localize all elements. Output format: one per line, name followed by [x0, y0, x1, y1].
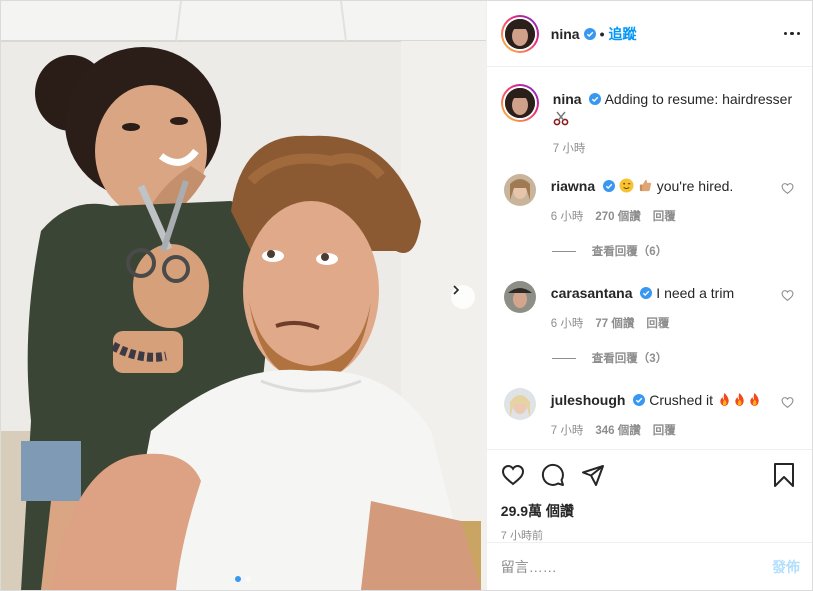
wink-emoji-icon	[619, 178, 634, 193]
bookmark-icon[interactable]	[772, 462, 796, 488]
chevron-right-icon	[453, 285, 460, 295]
caption-avatar-image	[504, 88, 535, 118]
commenter-avatar[interactable]	[503, 281, 536, 313]
view-replies-label: 查看回覆（6）	[591, 246, 668, 258]
share-icon[interactable]	[581, 463, 605, 487]
comment-icon[interactable]	[541, 463, 565, 487]
view-replies-button[interactable]: 查看回覆（3）	[551, 350, 796, 366]
post-dialog: nina • 追蹤 nina Adding to resume: hairdre…	[0, 0, 813, 591]
more-icon	[783, 31, 787, 36]
commenter-avatar[interactable]	[503, 174, 536, 206]
caption-avatar[interactable]	[500, 84, 539, 122]
comment-input[interactable]	[500, 558, 772, 575]
fire-emoji-icon	[717, 392, 762, 408]
replies-divider	[551, 357, 576, 359]
commenter-username[interactable]: riawna	[551, 178, 595, 194]
comment-text: you're hired.	[656, 178, 734, 194]
photo-illustration	[1, 1, 486, 590]
post-header: nina • 追蹤	[486, 1, 812, 67]
like-comment-heart-icon[interactable]	[781, 182, 794, 195]
comment-item: riawna you're hired. 6 小時 270 個讚 回覆	[501, 174, 796, 227]
comment-item: juleshough Crushed it 7 小時 346 個讚 回覆	[501, 388, 796, 441]
author-avatar-image	[504, 18, 535, 49]
commenter-avatar[interactable]	[503, 388, 536, 420]
reply-button[interactable]: 回覆	[653, 422, 676, 441]
like-comment-heart-icon[interactable]	[781, 289, 794, 302]
comment-meta: 7 小時 346 個讚 回覆	[551, 422, 781, 441]
commenter-username[interactable]: juleshough	[551, 392, 626, 408]
scissors-emoji-icon	[553, 111, 569, 126]
post-caption: nina Adding to resume: hairdresser	[500, 84, 796, 128]
comment-meta: 6 小時 77 個讚 回覆	[551, 315, 781, 334]
like-comment-heart-icon[interactable]	[781, 396, 794, 409]
author-username[interactable]: nina	[551, 26, 580, 42]
comment-meta: 6 小時 270 個讚 回覆	[551, 208, 781, 227]
comment-like-count[interactable]: 77 個讚	[595, 315, 634, 334]
comment-text: Crushed it	[649, 392, 714, 408]
comment-timestamp[interactable]: 6 小時	[551, 208, 584, 227]
commenter-username[interactable]: carasantana	[551, 285, 633, 301]
post-side-panel: nina • 追蹤 nina Adding to resume: hairdre…	[485, 1, 812, 590]
author-avatar[interactable]	[500, 14, 539, 53]
publish-button[interactable]: 發佈	[772, 557, 800, 577]
comment-timestamp[interactable]: 6 小時	[551, 315, 584, 334]
like-count[interactable]: 29.9萬 個讚	[501, 501, 796, 521]
caption-timestamp[interactable]: 7 小時	[553, 140, 796, 156]
verified-badge-icon	[583, 27, 596, 40]
view-replies-label: 查看回覆（3）	[591, 353, 668, 365]
caption-username[interactable]: nina	[553, 91, 582, 107]
reply-button[interactable]: 回覆	[646, 315, 669, 334]
carousel-dot-2	[245, 576, 252, 582]
verified-badge-icon	[589, 93, 602, 105]
carousel-indicator	[1, 576, 486, 582]
comments-list[interactable]: nina Adding to resume: hairdresser 7 小時	[487, 68, 812, 449]
verified-badge-icon	[633, 394, 646, 406]
comment-composer: 發佈	[486, 542, 812, 590]
caption-text: Adding to resume: hairdresser	[604, 91, 793, 107]
follow-button[interactable]: 追蹤	[608, 24, 636, 44]
commenter-avatar-image	[503, 281, 536, 313]
like-heart-icon[interactable]	[501, 463, 525, 487]
comment-text: I need a trim	[656, 285, 735, 301]
replies-divider	[551, 250, 576, 252]
post-photo[interactable]	[1, 1, 486, 590]
comment-like-count[interactable]: 270 個讚	[595, 208, 640, 227]
comment-like-count[interactable]: 346 個讚	[595, 422, 640, 441]
action-bar: 29.9萬 個讚 7 小時前	[486, 449, 812, 543]
reply-button[interactable]: 回覆	[653, 208, 676, 227]
comment-item: carasantana I need a trim 6 小時 77 個讚 回覆	[501, 281, 796, 334]
view-replies-button[interactable]: 查看回覆（6）	[551, 243, 796, 259]
comment-timestamp[interactable]: 7 小時	[551, 422, 584, 441]
more-options-button[interactable]	[783, 31, 800, 36]
verified-badge-icon	[603, 180, 616, 192]
carousel-dot-1	[235, 576, 242, 582]
commenter-avatar-image	[503, 388, 536, 420]
next-slide-button[interactable]	[451, 285, 475, 309]
post-timestamp[interactable]: 7 小時前	[501, 527, 796, 543]
commenter-avatar-image	[503, 174, 536, 206]
header-separator: •	[599, 25, 605, 42]
verified-badge-icon	[640, 287, 653, 299]
thumbs-up-emoji-icon	[639, 179, 651, 192]
